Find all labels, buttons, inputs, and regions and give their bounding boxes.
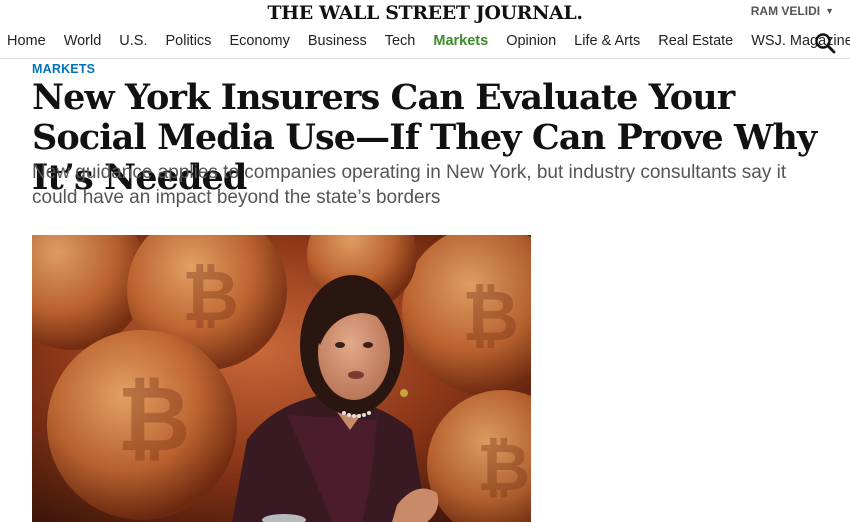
nav-item-us[interactable]: U.S. (119, 33, 147, 49)
nav-items: Home World U.S. Politics Economy Busines… (7, 33, 850, 49)
nav-item-tech[interactable]: Tech (385, 33, 416, 49)
nav-item-real-estate[interactable]: Real Estate (658, 33, 733, 49)
nav-item-markets[interactable]: Markets (433, 33, 488, 49)
nav-item-economy[interactable]: Economy (229, 33, 289, 49)
nav-item-home[interactable]: Home (7, 33, 46, 49)
svg-text:₿: ₿ (462, 275, 519, 357)
nav-item-politics[interactable]: Politics (166, 33, 212, 49)
user-name[interactable]: RAM VELIDI (751, 4, 820, 18)
nav-item-life-arts[interactable]: Life & Arts (574, 33, 640, 49)
search-icon[interactable] (814, 32, 836, 54)
nav-item-business[interactable]: Business (308, 33, 367, 49)
article-dek: New guidance applies to companies operat… (32, 162, 787, 208)
wsj-logo[interactable]: THE WALL STREET JOURNAL. (0, 2, 850, 24)
side-panel (560, 235, 830, 522)
svg-text:₿: ₿ (182, 255, 239, 337)
section-label[interactable]: MARKETS (32, 62, 95, 76)
nav-item-opinion[interactable]: Opinion (506, 33, 556, 49)
svg-text:₿: ₿ (117, 367, 190, 472)
user-menu[interactable]: RAM VELIDI ▼ (751, 4, 834, 18)
nav-item-world[interactable]: World (64, 33, 102, 49)
photo-illustration: ₿ ₿ ₿ ₿ (32, 235, 531, 522)
main-nav: Home World U.S. Politics Economy Busines… (0, 30, 850, 59)
masthead: THE WALL STREET JOURNAL. RAM VELIDI ▼ (0, 0, 850, 30)
caret-down-icon[interactable]: ▼ (825, 6, 834, 16)
article-photo: ₿ ₿ ₿ ₿ (32, 235, 531, 522)
svg-text:₿: ₿ (477, 431, 530, 506)
